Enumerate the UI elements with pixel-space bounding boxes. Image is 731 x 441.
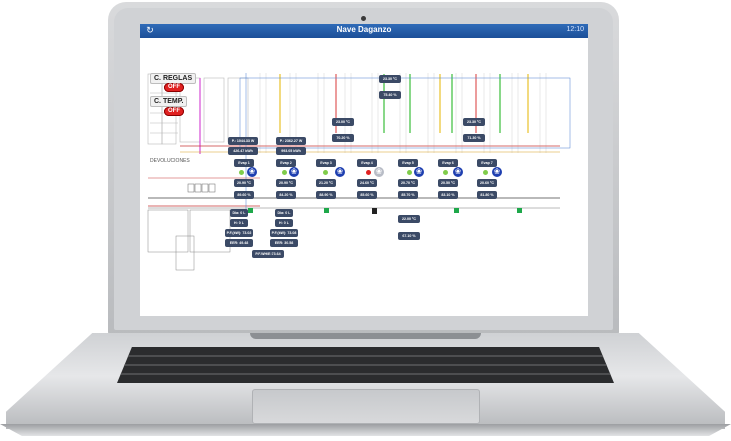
- temp-reading: 23.00 ºC: [332, 118, 354, 126]
- unit-dia: Dia: 0 L: [230, 209, 248, 217]
- evap-6-status-dot: [443, 170, 448, 175]
- page-title: Nave Daganzo: [336, 25, 392, 34]
- unit-dia: Dia: 0 L: [275, 209, 293, 217]
- evap-4-name[interactable]: Evap 4: [357, 159, 377, 167]
- power-reading: P.: 2362.27 W: [276, 137, 306, 145]
- evap-5-status-dot: [407, 170, 412, 175]
- evap-1-humidity: 89.60 %: [234, 191, 254, 199]
- evap-1-status-dot: [239, 170, 244, 175]
- unit-h: H: 0 L: [230, 219, 248, 227]
- evap-6-humidity: 83.10 %: [438, 191, 458, 199]
- evap-7-humidity: 81.80 %: [477, 191, 497, 199]
- fan-icon: ❀: [453, 167, 463, 177]
- unit-eer: EER: 49.48: [225, 239, 253, 247]
- humidity-reading: 75.40 %: [379, 91, 401, 99]
- fan-icon: ❀: [374, 167, 384, 177]
- humidity-reading: 70.20 %: [332, 134, 354, 142]
- clock: 12:10: [566, 26, 584, 33]
- devoluciones-label: DEVOLUCIONES: [150, 158, 190, 164]
- fan-icon: ❀: [247, 167, 257, 177]
- humidity-reading: 67.10 %: [398, 232, 420, 240]
- evap-6-temp: 20.50 ºC: [438, 179, 458, 187]
- fan-icon: ❀: [289, 167, 299, 177]
- unit-pf: P.F.(kW): 73.02: [225, 229, 253, 237]
- temp-control-label: C. TEMP.: [150, 96, 188, 107]
- evap-2-humidity: 84.20 %: [276, 191, 296, 199]
- fan-icon: ❀: [335, 167, 345, 177]
- power-reading: P.: 1044.33 W: [228, 137, 258, 145]
- evap-3-status-dot: [323, 170, 328, 175]
- evap-5-temp: 20.70 ºC: [398, 179, 418, 187]
- evap-4-humidity: 85.60 %: [357, 191, 377, 199]
- evap-2-status-dot: [282, 170, 287, 175]
- evap-3-name[interactable]: Evap 3: [316, 159, 336, 167]
- humidity-reading: 71.30 %: [463, 134, 485, 142]
- energy-reading: 426.47 kWh: [228, 147, 258, 155]
- temp-off-button[interactable]: OFF: [164, 107, 184, 116]
- fan-icon: ❀: [414, 167, 424, 177]
- laptop-hinge: [250, 333, 481, 339]
- laptop-front-edge: [0, 424, 731, 436]
- keyboard: [117, 347, 614, 383]
- reglas-off-button[interactable]: OFF: [164, 83, 184, 92]
- webcam: [361, 16, 366, 21]
- evap-6-name[interactable]: Evap 6: [438, 159, 458, 167]
- unit-eer: EER: 30.58: [270, 239, 298, 247]
- floor-plan: [147, 73, 571, 271]
- evap-3-temp: 21.20 ºC: [316, 179, 336, 187]
- unit-h: H: 0 L: [275, 219, 293, 227]
- evap-4-status-dot: [366, 170, 371, 175]
- unit-pf: P.F.(kW): 73.08: [270, 229, 298, 237]
- evap-5-name[interactable]: Evap 5: [398, 159, 418, 167]
- evap-7-temp: 20.60 ºC: [477, 179, 497, 187]
- key-row: [117, 355, 614, 357]
- evap-4-temp: 24.60 ºC: [357, 179, 377, 187]
- fan-icon: ❀: [492, 167, 502, 177]
- evap-7-name[interactable]: Evap 7: [477, 159, 497, 167]
- total-pf-reading: P.F.WH/E:73.64: [252, 250, 284, 258]
- evap-3-humidity: 88.90 %: [316, 191, 336, 199]
- temp-reading: 23.30 ºC: [463, 118, 485, 126]
- screen: ↻ Nave Daganzo 12:10 C. REGLAS OFF C. TE…: [140, 24, 588, 316]
- trackpad: [252, 389, 480, 424]
- evap-1-temp: 20.90 ºC: [234, 179, 254, 187]
- evap-2-temp: 20.90 ºC: [276, 179, 296, 187]
- key-row: [117, 373, 614, 375]
- evap-5-humidity: 85.70 %: [398, 191, 418, 199]
- temp-reading: 23.30 ºC: [379, 75, 401, 83]
- evap-7-status-dot: [483, 170, 488, 175]
- evap-2-name[interactable]: Evap 2: [276, 159, 296, 167]
- temp-reading: 22.00 ºC: [398, 215, 420, 223]
- key-row: [117, 364, 614, 366]
- energy-reading: 993.05 kWh: [276, 147, 306, 155]
- evap-1-name[interactable]: Evap 1: [234, 159, 254, 167]
